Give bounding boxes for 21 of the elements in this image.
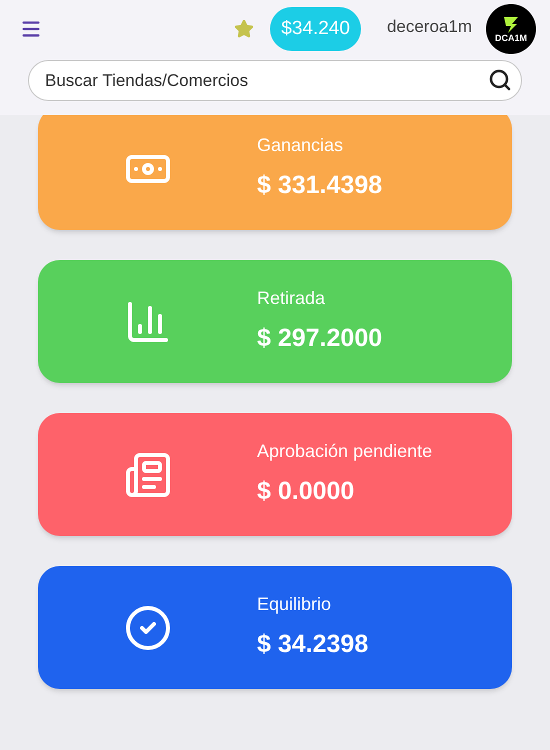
summary-card[interactable]: Aprobación pendiente $ 0.0000 (38, 413, 512, 536)
check-circle-icon (124, 604, 172, 652)
card-label: Ganancias (257, 134, 344, 158)
card-value: $ 331.4398 (257, 170, 382, 202)
newspaper-icon (124, 450, 172, 498)
card-value: $ 34.2398 (257, 629, 368, 660)
card-label: Retirada (257, 287, 326, 310)
logo-text: DCA1M (494, 34, 527, 42)
search-icon[interactable] (488, 68, 512, 92)
card-label: Aprobación pendiente (257, 440, 432, 464)
summary-card[interactable]: Equilibrio $ 34.2398 (38, 566, 512, 689)
summary-card[interactable]: Ganancias $ 331.4398 (38, 115, 512, 230)
card-label: Equilibrio (257, 593, 332, 616)
bolt-icon (502, 16, 520, 34)
search-field[interactable]: Buscar Tiendas/Comercios (28, 60, 522, 101)
summary-card[interactable]: Retirada $ 297.2000 (38, 260, 512, 383)
star-icon[interactable] (234, 19, 254, 39)
card-value: $ 0.0000 (257, 476, 356, 508)
balance-badge[interactable]: $34.240 (270, 6, 361, 52)
username: deceroa1m (386, 16, 472, 38)
card-value: $ 297.2000 (257, 323, 382, 354)
